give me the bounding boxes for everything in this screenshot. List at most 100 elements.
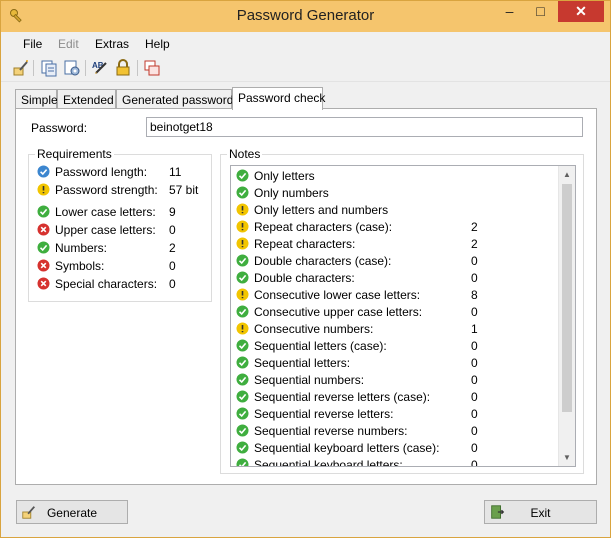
app-window: Password Generator – □ ✕ File Edit Extra…	[0, 0, 611, 538]
tab-extended[interactable]: Extended	[57, 89, 116, 109]
note-value: 1	[471, 322, 478, 336]
settings-document-icon[interactable]	[63, 59, 81, 77]
requirements-group: Requirements Password length: 11 Password …	[28, 147, 212, 302]
note-row[interactable]: Sequential letters: 0	[231, 354, 561, 371]
scroll-up-arrow-icon[interactable]: ▲	[559, 166, 575, 183]
minimize-button[interactable]: –	[496, 1, 523, 22]
notes-group: Notes Only letters Only numbers Only lette…	[220, 147, 584, 474]
note-row[interactable]: Sequential keyboard letters (case): 0	[231, 439, 561, 456]
password-input[interactable]	[146, 117, 583, 137]
note-row[interactable]: Only letters and numbers	[231, 201, 561, 218]
note-label: Sequential numbers:	[254, 373, 365, 387]
note-row[interactable]: Sequential numbers: 0	[231, 371, 561, 388]
note-row[interactable]: Consecutive numbers: 1	[231, 320, 561, 337]
requirement-label: Upper case letters:	[55, 223, 156, 237]
note-label: Sequential letters (case):	[254, 339, 387, 353]
check-icon	[236, 305, 249, 318]
note-label: Only letters	[254, 169, 315, 183]
note-row[interactable]: Only letters	[231, 167, 561, 184]
exit-button[interactable]: Exit	[484, 500, 597, 524]
menu-edit[interactable]: Edit	[58, 37, 79, 51]
close-button[interactable]: ✕	[558, 1, 604, 22]
tab-simple[interactable]: Simple	[15, 89, 58, 109]
menu-bar: File Edit Extras Help	[1, 32, 610, 54]
note-value: 0	[471, 424, 478, 438]
menu-extras[interactable]: Extras	[95, 37, 129, 51]
exit-windows-icon[interactable]	[143, 59, 161, 77]
copy-document-icon[interactable]	[40, 59, 58, 77]
check-icon	[236, 390, 249, 403]
requirement-value: 0	[169, 259, 176, 273]
requirement-value: 0	[169, 277, 176, 291]
note-label: Double characters (case):	[254, 254, 392, 268]
note-row[interactable]: Consecutive lower case letters: 8	[231, 286, 561, 303]
note-row[interactable]: Repeat characters: 2	[231, 235, 561, 252]
note-row[interactable]: Double characters (case): 0	[231, 252, 561, 269]
menu-help[interactable]: Help	[145, 37, 170, 51]
note-value: 2	[471, 237, 478, 251]
note-row[interactable]: Only numbers	[231, 184, 561, 201]
note-label: Sequential keyboard letters (case):	[254, 441, 440, 455]
tab-password-check[interactable]: Password check	[232, 87, 325, 110]
note-label: Sequential keyboard letters:	[254, 458, 403, 467]
note-row[interactable]: Sequential keyboard letters: 0	[231, 456, 561, 467]
notes-scrollbar[interactable]: ▲ ▼	[558, 166, 575, 466]
note-value: 2	[471, 220, 478, 234]
title-bar[interactable]: Password Generator – □ ✕	[1, 1, 610, 32]
check-icon	[236, 271, 249, 284]
note-label: Consecutive lower case letters:	[254, 288, 421, 302]
generate-button[interactable]: Generate	[16, 500, 128, 524]
note-row[interactable]: Sequential reverse letters (case): 0	[231, 388, 561, 405]
requirement-label: Symbols:	[55, 259, 105, 273]
note-label: Sequential letters:	[254, 356, 351, 370]
check-icon	[236, 254, 249, 267]
requirement-label: Password length:	[55, 165, 148, 179]
note-row[interactable]: Sequential reverse letters: 0	[231, 405, 561, 422]
note-value: 0	[471, 254, 478, 268]
requirement-value: 2	[169, 241, 176, 255]
tab-generated-passwords[interactable]: Generated passwords	[116, 89, 239, 109]
notes-list[interactable]: Only letters Only numbers Only letters and…	[230, 165, 576, 467]
note-value: 0	[471, 458, 478, 467]
note-value: 0	[471, 271, 478, 285]
check-icon	[236, 186, 249, 199]
requirement-label: Lower case letters:	[55, 205, 156, 219]
note-label: Sequential reverse letters:	[254, 407, 394, 421]
check-icon	[236, 407, 249, 420]
warning-icon	[236, 203, 249, 216]
note-value: 0	[471, 407, 478, 421]
note-label: Sequential reverse letters (case):	[254, 390, 431, 404]
note-label: Repeat characters:	[254, 237, 356, 251]
scroll-down-arrow-icon[interactable]: ▼	[559, 449, 575, 466]
exit-button-label: Exit	[530, 506, 551, 520]
note-value: 0	[471, 373, 478, 387]
generate-button-label: Generate	[46, 506, 98, 520]
warning-icon	[236, 322, 249, 335]
note-row[interactable]: Double characters: 0	[231, 269, 561, 286]
note-value: 0	[471, 441, 478, 455]
svg-text:AB: AB	[92, 61, 104, 70]
note-row[interactable]: Consecutive upper case letters: 0	[231, 303, 561, 320]
menu-file[interactable]: File	[23, 37, 42, 51]
check-icon	[236, 339, 249, 352]
note-value: 0	[471, 339, 478, 353]
lock-icon[interactable]	[114, 59, 132, 77]
requirement-label: Special characters:	[55, 277, 158, 291]
check-icon	[236, 356, 249, 369]
error-x-icon	[37, 277, 50, 290]
note-row[interactable]: Sequential letters (case): 0	[231, 337, 561, 354]
spell-check-icon[interactable]: AB	[91, 59, 109, 77]
scroll-thumb[interactable]	[562, 184, 572, 412]
note-value: 0	[471, 390, 478, 404]
error-x-icon	[37, 259, 50, 272]
note-row[interactable]: Sequential reverse numbers: 0	[231, 422, 561, 439]
requirement-value: 9	[169, 205, 176, 219]
maximize-button[interactable]: □	[527, 1, 554, 22]
note-label: Double characters:	[254, 271, 355, 285]
error-x-icon	[37, 223, 50, 236]
warning-icon	[37, 183, 50, 196]
note-row[interactable]: Repeat characters (case): 2	[231, 218, 561, 235]
warning-icon	[236, 237, 249, 250]
generate-wand-icon[interactable]	[12, 59, 30, 77]
requirement-value: 11	[169, 165, 182, 179]
